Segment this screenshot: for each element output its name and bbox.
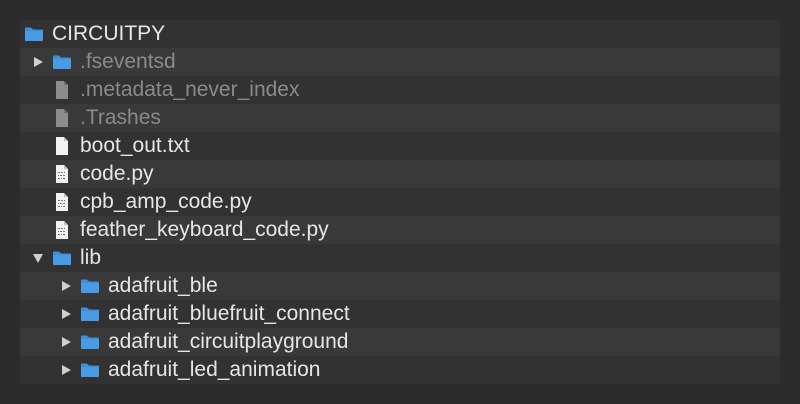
chevron-right-icon[interactable]	[58, 306, 74, 322]
tree-item-label: adafruit_led_animation	[108, 358, 321, 381]
chevron-down-icon[interactable]	[30, 250, 46, 266]
folder-icon	[24, 24, 44, 44]
chevron-right-icon[interactable]	[58, 334, 74, 350]
tree-row[interactable]: boot_out.txt	[20, 132, 780, 160]
python-file-icon	[52, 220, 72, 240]
folder-icon	[80, 304, 100, 324]
folder-icon	[52, 248, 72, 268]
tree-item-label: .fseventsd	[80, 50, 176, 73]
tree-row[interactable]: code.py	[20, 160, 780, 188]
tree-root-row[interactable]: CIRCUITPY	[20, 20, 780, 48]
file-icon	[52, 80, 72, 100]
chevron-right-icon[interactable]	[58, 362, 74, 378]
tree-row[interactable]: .metadata_never_index	[20, 76, 780, 104]
tree-row[interactable]: adafruit_circuitplayground	[20, 328, 780, 356]
tree-row[interactable]: .fseventsd	[20, 48, 780, 76]
tree-item-label: adafruit_bluefruit_connect	[108, 302, 350, 325]
tree-item-label: feather_keyboard_code.py	[80, 218, 329, 241]
tree-row[interactable]: feather_keyboard_code.py	[20, 216, 780, 244]
file-icon	[52, 108, 72, 128]
tree-item-label: .metadata_never_index	[80, 78, 300, 101]
tree-row[interactable]: adafruit_ble	[20, 272, 780, 300]
tree-row[interactable]: .Trashes	[20, 104, 780, 132]
tree-root-label: CIRCUITPY	[52, 22, 166, 45]
folder-icon	[80, 276, 100, 296]
text-file-icon	[52, 136, 72, 156]
folder-icon	[80, 360, 100, 380]
tree-item-label: code.py	[80, 162, 154, 185]
folder-icon	[52, 52, 72, 72]
tree-item-label: adafruit_ble	[108, 274, 218, 297]
tree-item-label: cpb_amp_code.py	[80, 190, 252, 213]
file-tree-panel: CIRCUITPY .fseventsd .metadata_never_inde…	[20, 20, 780, 384]
python-file-icon	[52, 192, 72, 212]
tree-item-label: lib	[80, 246, 102, 269]
chevron-right-icon[interactable]	[30, 54, 46, 70]
tree-item-label: adafruit_circuitplayground	[108, 330, 349, 353]
tree-row[interactable]: adafruit_bluefruit_connect	[20, 300, 780, 328]
folder-icon	[80, 332, 100, 352]
tree-items: .fseventsd .metadata_never_index .Trashes b…	[20, 48, 780, 384]
tree-item-label: boot_out.txt	[80, 134, 190, 157]
tree-row[interactable]: adafruit_led_animation	[20, 356, 780, 384]
tree-row[interactable]: lib	[20, 244, 780, 272]
tree-row[interactable]: cpb_amp_code.py	[20, 188, 780, 216]
tree-item-label: .Trashes	[80, 106, 161, 129]
chevron-right-icon[interactable]	[58, 278, 74, 294]
python-file-icon	[52, 164, 72, 184]
